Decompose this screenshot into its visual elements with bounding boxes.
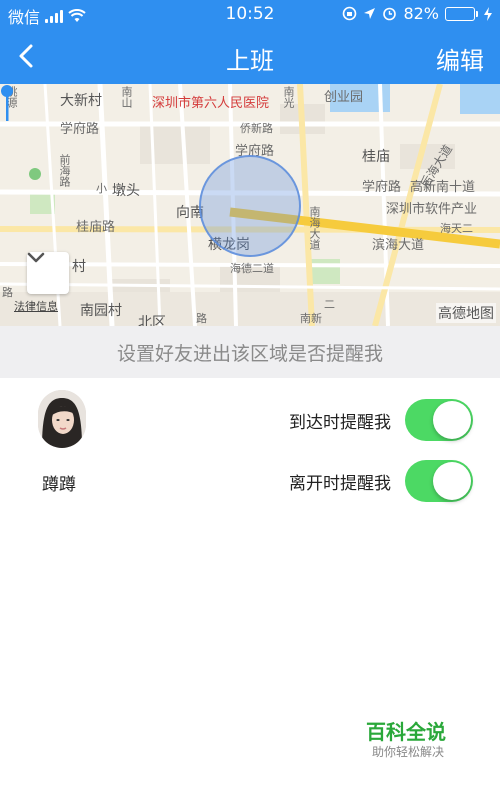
map-label: 墩头 bbox=[112, 183, 140, 199]
leave-reminder-row: 离开时提醒我 bbox=[289, 459, 473, 503]
map-label: 南海大道 bbox=[308, 206, 321, 250]
map-label: 创业园 bbox=[324, 90, 364, 105]
map-label: 海德二道 bbox=[230, 262, 274, 275]
charging-icon bbox=[484, 6, 492, 21]
map-label: 深圳市第六人民医院 bbox=[152, 96, 270, 111]
map-label: 南园村 bbox=[80, 303, 122, 319]
leave-reminder-label: 离开时提醒我 bbox=[289, 473, 391, 494]
map-label: 村 bbox=[72, 259, 86, 275]
arrive-reminder-label: 到达时提醒我 bbox=[289, 412, 391, 433]
map-label: 二 bbox=[324, 298, 335, 311]
map-label: 桂庙路 bbox=[76, 220, 116, 235]
arrive-reminder-row: 到达时提醒我 bbox=[289, 398, 473, 442]
collapse-map-button[interactable] bbox=[27, 252, 69, 294]
screen-lock-icon bbox=[343, 6, 357, 21]
map-label: 路 bbox=[196, 312, 207, 325]
battery-icon bbox=[445, 6, 478, 21]
map-provider-logo: 高德地图 bbox=[436, 303, 496, 323]
map-label: 海天二 bbox=[440, 222, 473, 235]
map-label: 路 bbox=[2, 286, 13, 299]
edit-button[interactable]: 编辑 bbox=[436, 41, 484, 76]
map-view[interactable]: 大新村 深圳市第六人民医院 创业园 学府路 侨新路 学府路 桂庙 学府路 高新南… bbox=[0, 84, 500, 326]
map-label: 学府路 bbox=[60, 122, 100, 137]
map-label: 学府路 bbox=[362, 180, 402, 195]
status-bar: 微信 10:52 82% bbox=[0, 0, 500, 28]
map-label: 侨新路 bbox=[240, 122, 273, 135]
page-title: 上班 bbox=[226, 47, 274, 75]
location-arrow-icon bbox=[364, 8, 376, 19]
geofence-hint: 设置好友进出该区域是否提醒我 bbox=[0, 326, 500, 378]
leave-reminder-switch[interactable] bbox=[405, 460, 473, 502]
avatar-image bbox=[38, 390, 86, 448]
top-bar: 微信 10:52 82% 上班 编辑 bbox=[0, 0, 500, 84]
watermark-subtitle: 助你轻松解决 bbox=[372, 745, 445, 759]
location-pin-icon[interactable] bbox=[0, 84, 14, 122]
legal-info-link[interactable]: 法律信息 bbox=[14, 298, 58, 314]
map-label: 小 bbox=[96, 182, 107, 195]
map-label: 南新 bbox=[300, 312, 322, 325]
status-right: 82% bbox=[342, 4, 492, 23]
friend-name: 蹲蹲 bbox=[42, 475, 76, 495]
nav-bar: 上班 编辑 bbox=[0, 28, 500, 84]
map-label: 前海路 bbox=[58, 154, 71, 187]
map-label: 深圳市软件产业 bbox=[386, 202, 478, 217]
geofence-circle[interactable] bbox=[199, 155, 301, 257]
map-label: 南光 bbox=[282, 86, 295, 108]
battery-percent: 82% bbox=[403, 4, 439, 23]
map-label: 滨海大道 bbox=[372, 238, 425, 253]
map-label: 南山 bbox=[120, 86, 133, 108]
map-label: 桂庙 bbox=[362, 149, 390, 165]
chevron-down-icon bbox=[27, 252, 45, 263]
map-label: 大新村 bbox=[60, 93, 102, 109]
alarm-icon bbox=[383, 7, 397, 21]
arrive-reminder-switch[interactable] bbox=[405, 399, 473, 441]
map-label: 北区 bbox=[138, 315, 166, 326]
avatar[interactable] bbox=[38, 390, 86, 448]
watermark-title: 百科全说 bbox=[366, 720, 446, 744]
